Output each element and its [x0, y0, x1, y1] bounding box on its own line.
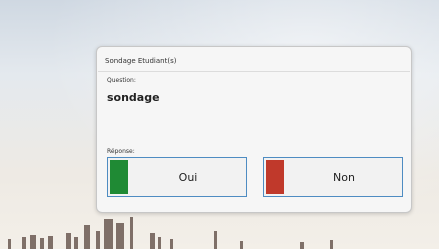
question-text: sondage — [107, 91, 160, 104]
answer-no-color-swatch — [266, 160, 284, 194]
dialog-title: Sondage Etudiant(s) — [105, 57, 177, 65]
question-label: Question: — [107, 77, 136, 84]
answer-yes-color-swatch — [110, 160, 128, 194]
answer-yes-button[interactable]: Oui — [107, 157, 247, 197]
answer-no-label: Non — [333, 170, 355, 184]
title-divider — [98, 71, 410, 72]
poll-dialog: Sondage Etudiant(s) Question: sondage Ré… — [96, 46, 412, 213]
city-skyline-silhouette — [8, 217, 333, 249]
answer-no-button[interactable]: Non — [263, 157, 403, 197]
response-label: Réponse: — [107, 148, 135, 155]
answer-yes-label: Oui — [178, 170, 198, 184]
